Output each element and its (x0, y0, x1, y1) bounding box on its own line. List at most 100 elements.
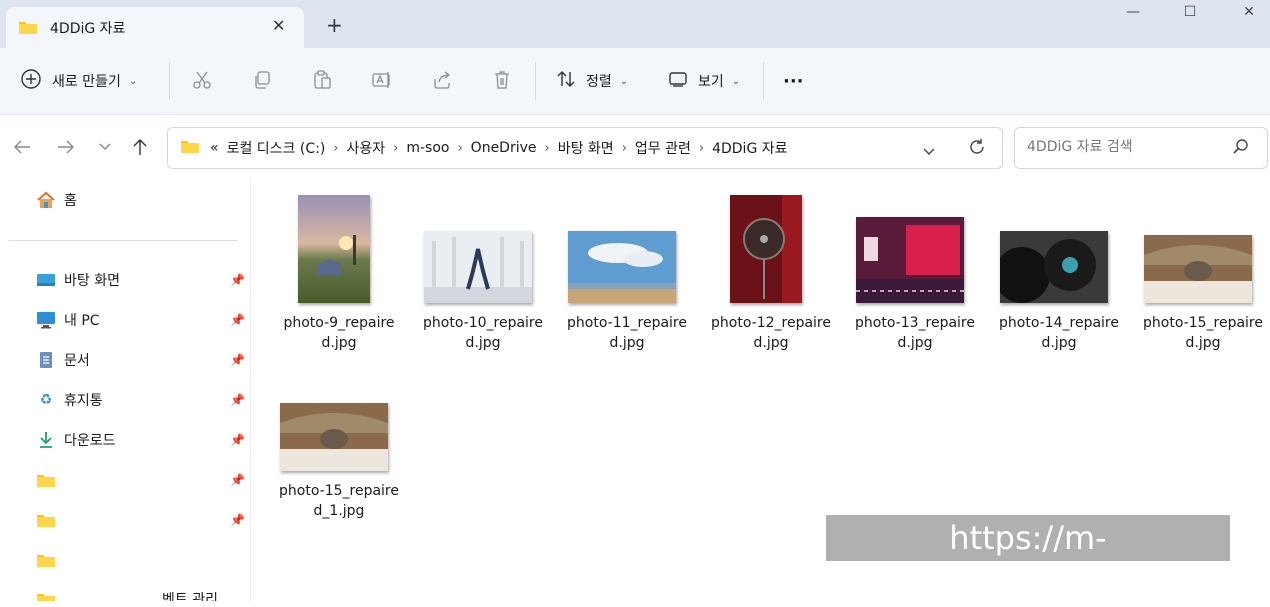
chevron-right-icon[interactable]: › (699, 141, 704, 156)
delete-icon[interactable] (490, 68, 514, 92)
breadcrumb-work[interactable]: 업무 관련 (635, 138, 691, 158)
file-name-line: d.jpg (465, 335, 501, 351)
chevron-down-icon: ⌄ (731, 75, 741, 87)
new-button[interactable]: 새로 만들기 ⌄ (20, 66, 137, 96)
file-name-line: d_1.jpg (313, 503, 365, 519)
tab-close-button[interactable]: ✕ (272, 16, 285, 35)
chevron-right-icon[interactable]: › (393, 141, 398, 156)
file-name-line: photo-10_repaire (423, 315, 543, 331)
sidebar-item-desktop[interactable]: 바탕 화면 (36, 268, 120, 292)
sidebar-item-downloads[interactable]: 다운로드 (36, 428, 116, 452)
file-item[interactable]: photo-10_repaire d.jpg (419, 195, 547, 355)
address-bar[interactable]: « 로컬 디스크 (C:) › 사용자 › m-soo › OneDrive ›… (167, 127, 1003, 169)
file-item[interactable]: photo-15_repaire d.jpg (1139, 195, 1267, 355)
breadcrumb-local-disk[interactable]: 로컬 디스크 (C:) (227, 138, 326, 158)
pc-icon (36, 311, 56, 329)
file-item[interactable]: photo-12_repaire d.jpg (707, 195, 835, 355)
image-thumbnail (298, 195, 370, 303)
breadcrumb-current[interactable]: 4DDiG 자료 (712, 138, 787, 158)
refresh-icon[interactable] (968, 138, 986, 160)
copy-icon[interactable] (250, 68, 274, 92)
chevron-right-icon[interactable]: › (333, 141, 338, 156)
new-tab-button[interactable]: + (326, 13, 343, 37)
file-item[interactable]: photo-11_repaire d.jpg (563, 195, 691, 355)
download-icon (36, 431, 56, 449)
share-icon[interactable] (430, 68, 454, 92)
sidebar-item-folder[interactable] (36, 548, 64, 572)
back-arrow-icon[interactable] (10, 135, 34, 159)
new-button-label: 새로 만들기 (52, 74, 121, 90)
close-window-button[interactable]: ✕ (1229, 4, 1269, 28)
search-box[interactable] (1014, 127, 1268, 169)
breadcrumb-overflow[interactable]: « (210, 140, 219, 156)
more-button[interactable]: ··· (783, 66, 804, 96)
folder-icon (18, 19, 38, 39)
sidebar-item-pc[interactable]: 내 PC (36, 308, 100, 332)
forward-arrow-icon[interactable] (54, 135, 78, 159)
file-name-line: photo-11_repaire (567, 315, 687, 331)
file-name: photo-15_repaire d.jpg (1139, 313, 1267, 353)
breadcrumb-desktop[interactable]: 바탕 화면 (558, 138, 614, 158)
file-item[interactable]: photo-14_repaire d.jpg (995, 195, 1123, 355)
sidebar-item-folder[interactable] (36, 468, 64, 492)
cut-icon[interactable] (190, 68, 214, 92)
up-arrow-icon[interactable] (128, 135, 152, 159)
pin-icon[interactable]: 📌 (230, 353, 245, 367)
image-thumbnail (280, 403, 388, 471)
navigation-bar: « 로컬 디스크 (C:) › 사용자 › m-soo › OneDrive ›… (0, 115, 1270, 177)
breadcrumb-onedrive[interactable]: OneDrive (471, 140, 537, 156)
folder-icon (36, 511, 56, 529)
plus-circle-icon (20, 68, 42, 94)
command-bar: 새로 만들기 ⌄ 정렬 ⌄ 보기 ⌄ ··· (0, 48, 1270, 115)
file-name: photo-12_repaire d.jpg (707, 313, 835, 353)
file-name-line: d.jpg (1185, 335, 1221, 351)
chevron-right-icon[interactable]: › (622, 141, 627, 156)
breadcrumb: « 로컬 디스크 (C:) › 사용자 › m-soo › OneDrive ›… (180, 138, 792, 158)
document-icon (36, 351, 56, 369)
pin-icon[interactable]: 📌 (230, 433, 245, 447)
address-dropdown-icon[interactable] (922, 142, 936, 161)
divider (8, 240, 238, 241)
view-button[interactable]: 보기 ⌄ (668, 66, 740, 96)
maximize-button[interactable]: ☐ (1170, 4, 1210, 28)
view-icon (668, 70, 688, 92)
sidebar-item-label: 바탕 화면 (64, 273, 120, 289)
pin-icon[interactable]: 📌 (230, 313, 245, 327)
pin-icon[interactable]: 📌 (230, 273, 245, 287)
pin-icon[interactable]: 📌 (230, 473, 245, 487)
chevron-right-icon[interactable]: › (545, 141, 550, 156)
image-thumbnail (1144, 235, 1252, 303)
sidebar-item-documents[interactable]: 문서 (36, 348, 90, 372)
file-name: photo-15_repaire d_1.jpg (275, 481, 403, 521)
file-item[interactable]: photo-15_repaire d_1.jpg (275, 363, 403, 523)
sort-button[interactable]: 정렬 ⌄ (556, 66, 628, 96)
sidebar-item-folder[interactable] (36, 508, 64, 532)
sidebar-item-recycle-bin[interactable]: ♻ 휴지통 (36, 388, 103, 412)
chevron-down-icon: ⌄ (128, 75, 138, 87)
minimize-button[interactable]: — (1113, 4, 1153, 28)
rename-icon[interactable] (370, 68, 394, 92)
recent-dropdown-icon[interactable] (93, 135, 117, 159)
chevron-right-icon[interactable]: › (457, 141, 462, 156)
file-name-line: photo-9_repaire (283, 315, 395, 331)
search-input[interactable] (1025, 138, 1229, 156)
search-icon[interactable] (1233, 139, 1249, 159)
file-name-line: d.jpg (321, 335, 357, 351)
image-thumbnail (424, 231, 532, 303)
pin-icon[interactable]: 📌 (230, 393, 245, 407)
pin-icon[interactable]: 📌 (230, 513, 245, 527)
watermark: https://m-sooriya.tistory.com (826, 515, 1230, 603)
file-name-line: photo-15_repaire (1143, 315, 1263, 331)
file-item[interactable]: photo-9_repaire d.jpg (275, 195, 403, 355)
sidebar-item-home[interactable]: 홈 (36, 188, 77, 212)
tab-4ddig[interactable]: 4DDiG 자료 ✕ (6, 7, 304, 48)
file-name: photo-9_repaire d.jpg (275, 313, 403, 353)
sidebar-item-folder[interactable]: 벤트 관리 (36, 587, 218, 601)
file-item[interactable]: photo-13_repaire d.jpg (851, 195, 979, 355)
breadcrumb-users[interactable]: 사용자 (347, 138, 386, 158)
breadcrumb-user[interactable]: m-soo (406, 140, 449, 156)
sidebar-item-label: 벤트 관리 (162, 592, 218, 601)
recycle-bin-icon: ♻ (39, 392, 53, 408)
paste-icon[interactable] (310, 68, 334, 92)
folder-icon (180, 138, 200, 158)
